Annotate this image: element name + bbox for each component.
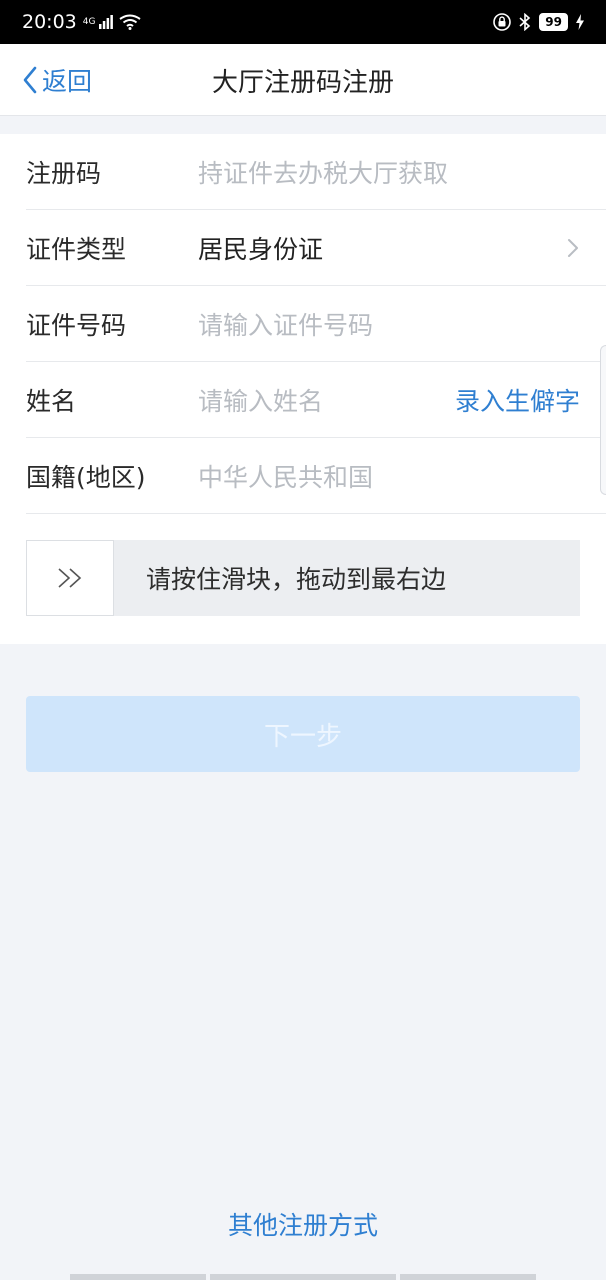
- rare-character-link[interactable]: 录入生僻字: [455, 382, 580, 418]
- name-label: 姓名: [26, 386, 77, 416]
- status-bar: 20:03 4G 99: [0, 0, 606, 44]
- slider-hint: 请按住滑块，拖动到最右边: [146, 565, 447, 594]
- charging-icon: [576, 14, 584, 30]
- bluetooth-icon: [519, 13, 531, 31]
- next-button[interactable]: 下一步: [26, 696, 580, 772]
- chevron-right-icon: [568, 238, 578, 257]
- id-number-input[interactable]: 请输入证件号码: [198, 306, 606, 342]
- nav-bar: 返回 大厅注册码注册: [0, 44, 606, 116]
- id-number-label: 证件号码: [26, 310, 127, 340]
- registration-code-label: 注册码: [26, 158, 102, 188]
- id-number-row[interactable]: 证件号码 请输入证件号码: [26, 286, 606, 362]
- nationality-label: 国籍(地区): [26, 462, 146, 492]
- bottom-bar-segment: [210, 1274, 396, 1280]
- wifi-icon: [119, 14, 142, 30]
- name-input[interactable]: 请输入姓名: [198, 382, 455, 418]
- status-time: 20:03: [22, 11, 77, 33]
- signal-icon: [99, 15, 114, 29]
- nationality-value[interactable]: 中华人民共和国: [198, 458, 606, 494]
- bottom-bar-segment: [400, 1274, 536, 1280]
- registration-form: 注册码 持证件去办税大厅获取 证件类型 居民身份证 证件号码 请输入证件号码 姓…: [0, 134, 606, 644]
- id-type-select[interactable]: 居民身份证: [198, 230, 566, 266]
- bottom-bar-segment: [70, 1274, 206, 1280]
- slider-handle[interactable]: [26, 540, 114, 616]
- battery-icon: 99: [539, 13, 568, 31]
- double-chevron-right-icon: [58, 568, 82, 588]
- registration-code-input[interactable]: 持证件去办税大厅获取: [198, 154, 606, 190]
- registration-code-row[interactable]: 注册码 持证件去办税大厅获取: [26, 134, 606, 210]
- name-row[interactable]: 姓名 请输入姓名 录入生僻字: [26, 362, 606, 438]
- page-title: 大厅注册码注册: [211, 68, 394, 98]
- side-panel-handle[interactable]: [600, 345, 606, 495]
- nationality-row[interactable]: 国籍(地区) 中华人民共和国: [26, 438, 606, 514]
- slider-captcha[interactable]: 请按住滑块，拖动到最右边: [26, 540, 580, 616]
- id-type-row[interactable]: 证件类型 居民身份证: [26, 210, 606, 286]
- id-type-label: 证件类型: [26, 234, 127, 264]
- network-type-label: 4G: [82, 16, 96, 27]
- other-registration-link[interactable]: 其他注册方式: [0, 1206, 606, 1242]
- lock-icon: [493, 13, 512, 31]
